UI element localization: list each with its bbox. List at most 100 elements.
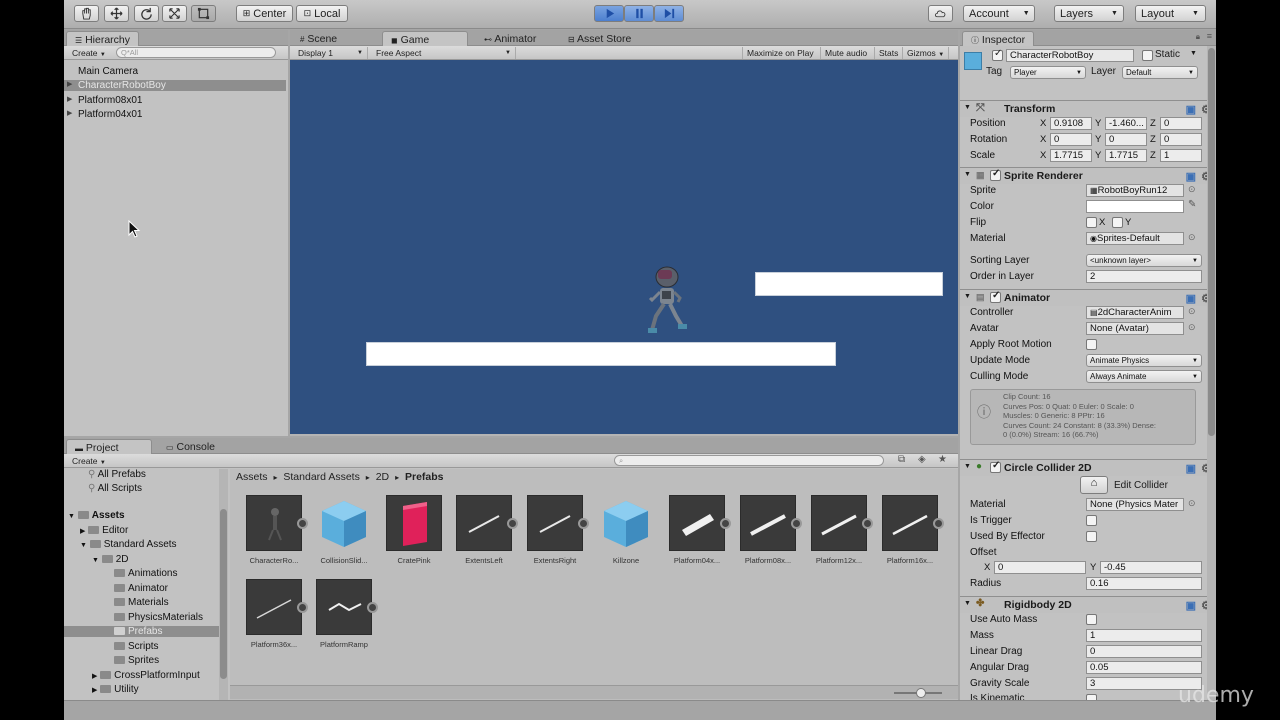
favorite-all-scripts[interactable]: ⚲ All Scripts — [88, 483, 142, 494]
asset-platform04x[interactable]: Platform04x... — [667, 495, 731, 565]
tree-prefabs[interactable]: Prefabs — [64, 626, 228, 637]
rotation-z-field[interactable]: 0 — [1160, 133, 1202, 146]
tree-2d[interactable]: ▼ 2D — [92, 554, 129, 565]
favorite-star-icon[interactable]: ★ — [938, 454, 947, 465]
circle-collider-enabled-checkbox[interactable] — [990, 460, 1001, 473]
foldout-arrow-icon[interactable]: ▶ — [80, 528, 85, 535]
position-x-field[interactable]: 0.9108 — [1050, 117, 1092, 130]
tab-game[interactable]: ◼ Game — [382, 31, 468, 46]
object-picker-icon[interactable]: ⊙ — [1188, 232, 1196, 243]
help-book-icon[interactable]: ▣ — [1186, 599, 1196, 612]
tab-inspector[interactable]: ⓘ Inspector — [962, 31, 1035, 46]
step-button[interactable] — [654, 5, 684, 22]
apply-root-motion-checkbox[interactable] — [1086, 339, 1097, 350]
layers-dropdown[interactable]: Layers ▼ — [1054, 5, 1124, 22]
pause-button[interactable] — [624, 5, 654, 22]
cloud-button[interactable] — [928, 5, 953, 22]
radius-field[interactable]: 0.16 — [1086, 577, 1202, 590]
tree-materials[interactable]: Materials — [114, 597, 169, 608]
filter-type-icon[interactable]: ⧉ — [898, 454, 905, 465]
play-button[interactable] — [594, 5, 624, 22]
foldout-arrow-icon[interactable]: ▼ — [964, 171, 971, 178]
foldout-arrow-icon[interactable]: ▼ — [68, 513, 75, 520]
prefab-expand-knob[interactable] — [297, 602, 308, 613]
tab-hierarchy[interactable]: ☰ Hierarchy — [66, 31, 140, 46]
tree-assets[interactable]: ▼ Assets — [68, 510, 125, 521]
prefab-expand-knob[interactable] — [933, 518, 944, 529]
inspector-scrollbar[interactable] — [1207, 46, 1216, 720]
hierarchy-item-platform04x01[interactable]: ▶ Platform04x01 — [67, 109, 142, 120]
prefab-expand-knob[interactable] — [720, 518, 731, 529]
tree-animations[interactable]: Animations — [114, 568, 177, 579]
tree-physics-materials[interactable]: PhysicsMaterials — [114, 612, 203, 623]
use-auto-mass-checkbox[interactable] — [1086, 614, 1097, 625]
tree-editor[interactable]: ▶ Editor — [80, 525, 128, 536]
favorite-all-prefabs[interactable]: ⚲ All Prefabs — [88, 469, 146, 480]
flip-y-checkbox[interactable] — [1112, 217, 1123, 228]
help-book-icon[interactable]: ▣ — [1186, 462, 1196, 475]
gizmos-dropdown[interactable]: Gizmos ▼ — [902, 47, 950, 59]
prefab-expand-knob[interactable] — [507, 518, 518, 529]
pivot-center-toggle[interactable]: ⊞ Center — [236, 5, 293, 22]
tab-scene[interactable]: # Scene — [292, 31, 345, 46]
breadcrumb-item[interactable]: Assets — [236, 471, 268, 483]
object-picker-icon[interactable]: ⊙ — [1188, 322, 1196, 333]
is-trigger-checkbox[interactable] — [1086, 515, 1097, 526]
display-dropdown[interactable]: Display 1 ▼ — [294, 47, 368, 59]
help-book-icon[interactable]: ▣ — [1186, 103, 1196, 116]
foldout-arrow-icon[interactable]: ▼ — [964, 293, 971, 300]
project-search-input[interactable]: ⌕ — [614, 455, 884, 466]
maximize-on-play-toggle[interactable]: Maximize on Play — [742, 47, 818, 59]
prefab-expand-knob[interactable] — [862, 518, 873, 529]
angular-drag-field[interactable]: 0.05 — [1086, 661, 1202, 674]
update-mode-dropdown[interactable]: Animate Physics ▼ — [1086, 354, 1202, 367]
tree-standard-assets[interactable]: ▼ Standard Assets — [80, 539, 177, 550]
asset-collision-slider[interactable]: CollisionSlid... — [314, 495, 374, 565]
transform-header[interactable]: ▼ ⤧ Transform ▣ ⚙ — [960, 100, 1216, 117]
animator-enabled-checkbox[interactable] — [990, 290, 1001, 303]
controller-field[interactable]: ▤2dCharacterAnim — [1086, 306, 1184, 319]
foldout-arrow-icon[interactable]: ▼ — [964, 104, 971, 111]
foldout-arrow-icon[interactable]: ▼ — [964, 600, 971, 607]
prefab-expand-knob[interactable] — [367, 602, 378, 613]
foldout-arrow-icon[interactable]: ▼ — [92, 557, 99, 564]
hierarchy-item-platform08x01[interactable]: ▶ Platform08x01 — [67, 95, 142, 106]
mute-audio-toggle[interactable]: Mute audio — [820, 47, 871, 59]
tab-animator[interactable]: ⊷ Animator — [476, 31, 544, 46]
linear-drag-field[interactable]: 0 — [1086, 645, 1202, 658]
prefab-expand-knob[interactable] — [791, 518, 802, 529]
scale-tool-button[interactable] — [162, 5, 187, 22]
breadcrumb-item[interactable]: Standard Assets — [283, 471, 359, 483]
account-dropdown[interactable]: Account ▼ — [963, 5, 1035, 22]
menu-icon[interactable]: ≡ — [1207, 31, 1212, 41]
object-picker-icon[interactable]: ⊙ — [1188, 184, 1196, 195]
used-by-effector-checkbox[interactable] — [1086, 531, 1097, 542]
culling-mode-dropdown[interactable]: Always Animate ▼ — [1086, 370, 1202, 383]
static-checkbox[interactable] — [1142, 50, 1153, 61]
scale-z-field[interactable]: 1 — [1160, 149, 1202, 162]
layout-dropdown[interactable]: Layout ▼ — [1135, 5, 1206, 22]
asset-character-robot-boy[interactable]: CharacterRo... — [244, 495, 308, 565]
chevron-down-icon[interactable]: ▼ — [1190, 50, 1197, 57]
asset-platform12x[interactable]: Platform12x... — [809, 495, 873, 565]
sorting-layer-dropdown[interactable]: <unknown layer> ▼ — [1086, 254, 1202, 267]
object-name-field[interactable]: CharacterRobotBoy — [1006, 49, 1134, 62]
position-z-field[interactable]: 0 — [1160, 117, 1202, 130]
asset-killzone[interactable]: Killzone — [596, 495, 656, 565]
tree-sprites[interactable]: Sprites — [114, 655, 159, 666]
animator-header[interactable]: ▼ ▤ Animator ▣ ⚙ — [960, 289, 1216, 306]
asset-platform08x[interactable]: Platform08x... — [738, 495, 802, 565]
expand-arrow-icon[interactable]: ▶ — [67, 95, 72, 103]
active-checkbox[interactable] — [992, 48, 1003, 61]
tree-scripts[interactable]: Scripts — [114, 641, 159, 652]
collider-material-field[interactable]: None (Physics Mater — [1086, 498, 1184, 511]
asset-platform16x[interactable]: Platform16x... — [880, 495, 944, 565]
tab-console[interactable]: ▭ Console — [158, 439, 223, 454]
rigidbody-header[interactable]: ▼ ✤ Rigidbody 2D ▣ ⚙ — [960, 596, 1216, 613]
tree-scroll-thumb[interactable] — [220, 509, 227, 679]
object-picker-icon[interactable]: ⊙ — [1188, 306, 1196, 317]
eyedropper-icon[interactable]: ✎ — [1188, 199, 1196, 210]
flip-x-checkbox[interactable] — [1086, 217, 1097, 228]
asset-platform-ramp[interactable]: PlatformRamp — [314, 579, 378, 649]
object-picker-icon[interactable]: ⊙ — [1188, 498, 1196, 509]
